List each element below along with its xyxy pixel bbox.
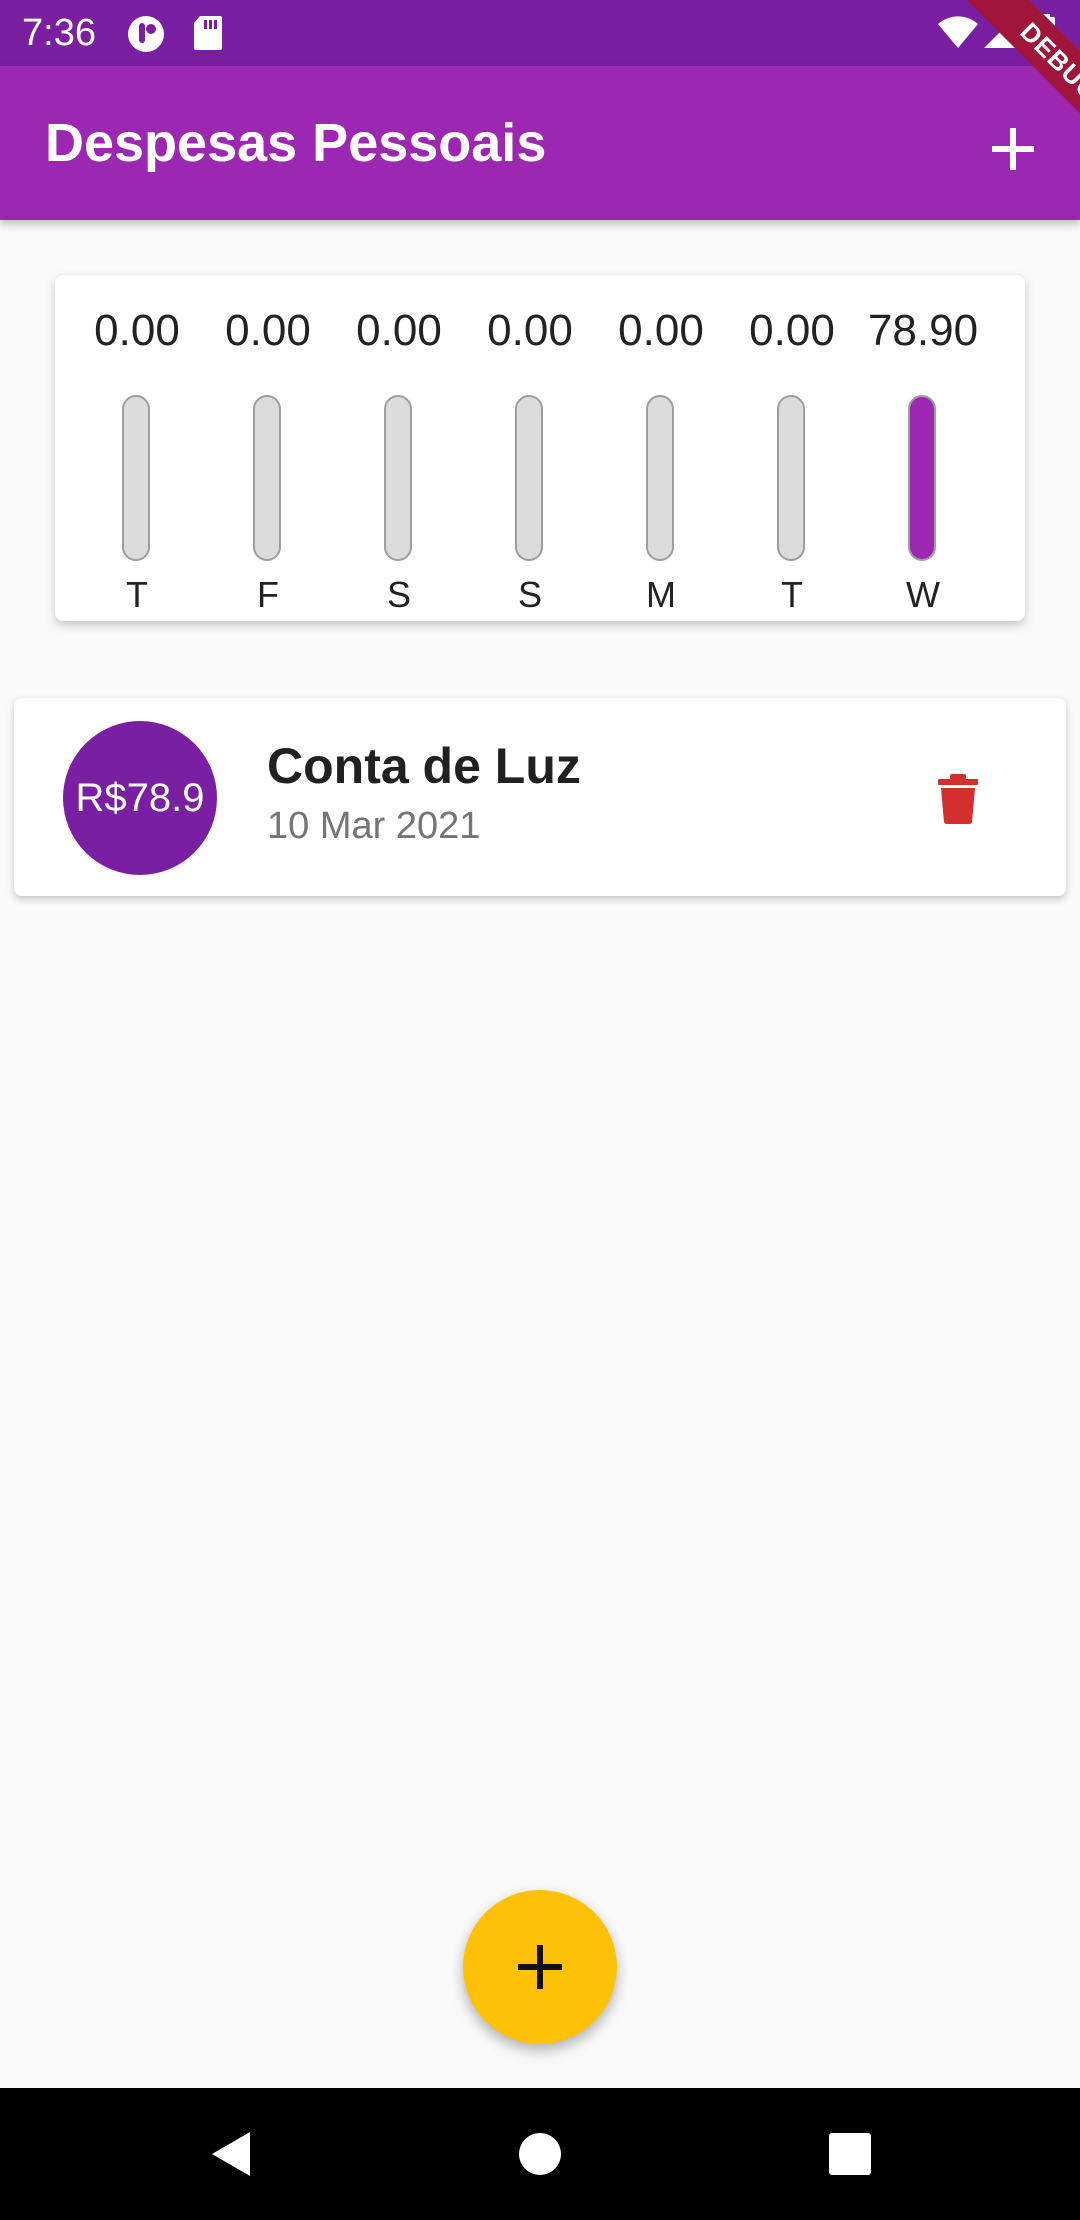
trash-icon[interactable] [930, 770, 986, 826]
battery-icon [1035, 14, 1055, 51]
chart-value-label: 78.90 [867, 306, 979, 355]
chart-value-label: 0.00 [487, 306, 573, 355]
chart-bar-track [646, 395, 674, 561]
back-icon[interactable] [204, 2126, 260, 2182]
chart-bar-track [515, 395, 543, 561]
chart-bar-5: 0.00 T [727, 303, 857, 615]
chart-day-label: T [781, 574, 803, 615]
chart-value-label: 0.00 [356, 306, 442, 355]
chart-day-label: S [517, 574, 542, 615]
chart-bar-track [777, 395, 805, 561]
chart-day-label: S [386, 574, 411, 615]
transaction-amount-avatar: R$78.9 [63, 721, 217, 875]
chart-day-label: T [126, 574, 148, 615]
chart-day-label: M [646, 574, 676, 615]
chart-bar-track [122, 395, 150, 561]
chart-day-label: F [257, 574, 279, 615]
transaction-card[interactable]: R$78.9 Conta de Luz 10 Mar 2021 [14, 698, 1066, 896]
add-icon[interactable] [980, 116, 1046, 182]
chart-bar-track [908, 395, 936, 561]
home-icon[interactable] [512, 2126, 568, 2182]
chart-bar-fill [910, 397, 934, 559]
chart-bar-track [384, 395, 412, 561]
recents-icon[interactable] [822, 2126, 878, 2182]
chart-bar-0: 0.00 T [72, 303, 202, 615]
chart-day-label: W [906, 574, 940, 615]
sd-card-icon [194, 16, 222, 50]
notification-app-icon [128, 16, 164, 52]
page-title: Despesas Pessoais [45, 113, 547, 173]
chart-value-label: 0.00 [225, 306, 311, 355]
status-time: 7:36 [22, 12, 96, 54]
system-nav-bar [0, 2088, 1080, 2220]
weekly-chart: 0.00 T 0.00 F 0.00 S 0.00 S 0.00 M 0.00 … [55, 275, 1025, 621]
plus-icon [518, 1945, 562, 1989]
chart-bar-2: 0.00 S [334, 303, 464, 615]
chart-bar-1: 0.00 F [203, 303, 333, 615]
transaction-date: 10 Mar 2021 [267, 805, 481, 847]
chart-value-label: 0.00 [749, 306, 835, 355]
chart-bar-track [253, 395, 281, 561]
app-bar: Despesas Pessoais [0, 66, 1080, 220]
wifi-icon [938, 16, 978, 48]
chart-value-label: 0.00 [618, 306, 704, 355]
chart-bar-4: 0.00 M [596, 303, 726, 615]
transaction-title: Conta de Luz [267, 738, 581, 794]
add-transaction-fab[interactable] [463, 1890, 617, 2044]
chart-bar-6: 78.90 W [858, 303, 988, 615]
status-bar: 7:36 [0, 0, 1080, 66]
chart-bar-3: 0.00 S [465, 303, 595, 615]
chart-value-label: 0.00 [94, 306, 180, 355]
signal-icon [984, 16, 1016, 48]
